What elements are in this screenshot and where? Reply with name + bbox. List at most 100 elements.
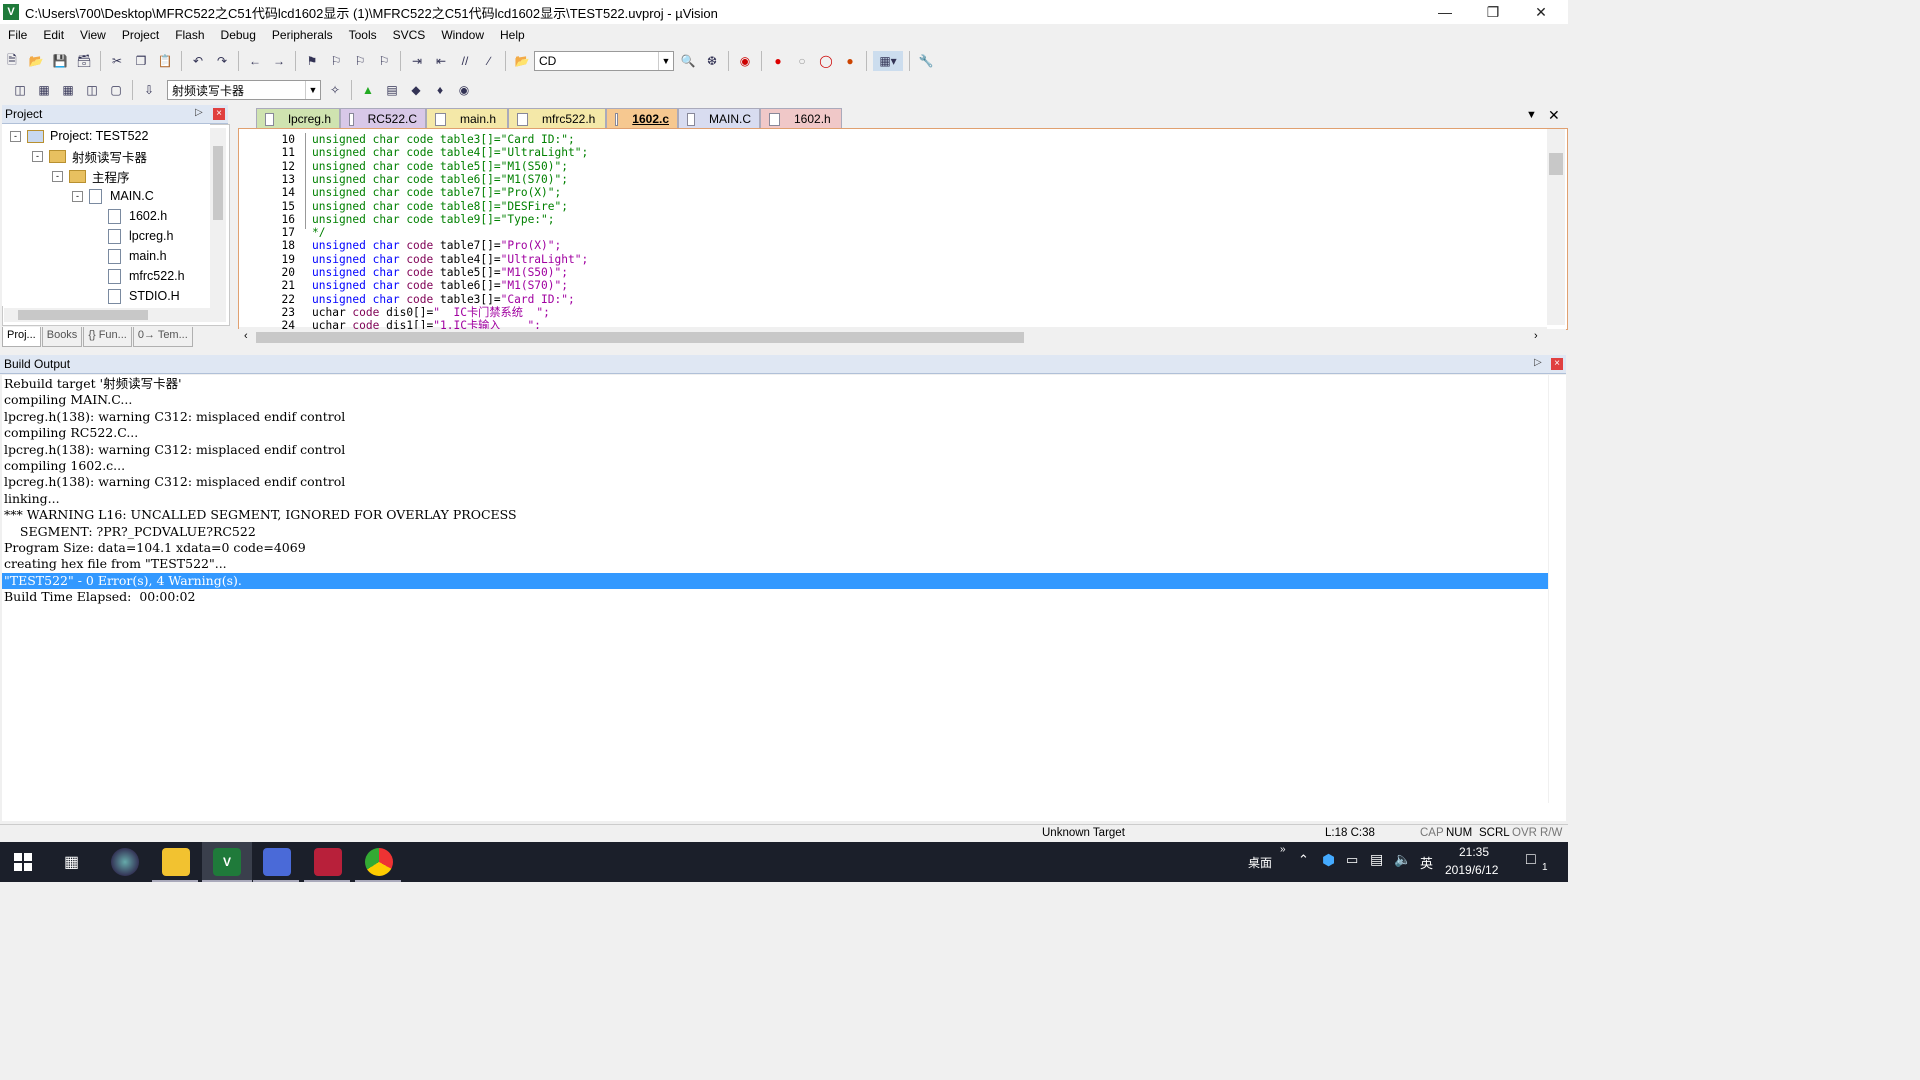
menu-tools[interactable]: Tools	[341, 28, 385, 42]
tray-cube-icon[interactable]: ⬢	[1322, 851, 1335, 869]
copy-icon[interactable]: ❐	[131, 51, 151, 71]
clock-date[interactable]: 2019/6/12	[1445, 863, 1498, 877]
close-icon[interactable]: ×	[1551, 358, 1563, 370]
redo-icon[interactable]: ↷	[212, 51, 232, 71]
close-tab-icon[interactable]: ✕	[1548, 107, 1560, 124]
uncomment-icon[interactable]: ∕	[479, 51, 499, 71]
menu-view[interactable]: View	[72, 28, 114, 42]
editor-tab[interactable]: 1602.c	[606, 108, 678, 129]
comment-icon[interactable]: //	[455, 51, 475, 71]
tree-node[interactable]: - 主程序	[52, 166, 130, 186]
clear-bookmarks-icon[interactable]: ⚐	[374, 51, 394, 71]
debug-start-icon[interactable]: ◉	[735, 51, 755, 71]
desktop-toolbar-label[interactable]: 桌面	[1248, 854, 1272, 871]
minimize-button[interactable]: —	[1422, 0, 1468, 24]
breakpoint-kill-all-icon[interactable]: ●	[840, 51, 860, 71]
breakpoint-disable-all-icon[interactable]: ◯	[816, 51, 836, 71]
chrome-icon[interactable]	[365, 848, 393, 876]
chevron-down-icon[interactable]: ▼	[658, 52, 673, 70]
editor-hscroll[interactable]: ‹ ›	[238, 329, 1566, 345]
build-icon[interactable]: ▦	[34, 80, 54, 100]
save-all-icon[interactable]: 🗃	[74, 51, 94, 71]
undo-icon[interactable]: ↶	[188, 51, 208, 71]
project-panel-tab[interactable]: 0→ Tem...	[132, 327, 193, 347]
tree-node[interactable]: lpcreg.h	[92, 226, 173, 246]
tree-node[interactable]: mfrc522.h	[92, 266, 185, 286]
browser-globe-icon[interactable]	[111, 848, 139, 876]
project-panel-tab[interactable]: Books	[41, 327, 83, 347]
close-button[interactable]: ✕	[1518, 0, 1564, 24]
tab-list-chevron-icon[interactable]: ▼	[1526, 109, 1537, 121]
multi-project-icon[interactable]: ◉	[454, 80, 474, 100]
task-view-icon[interactable]: ▦	[64, 852, 79, 872]
close-icon[interactable]: ×	[213, 108, 225, 120]
prev-bookmark-icon[interactable]: ⚐	[326, 51, 346, 71]
bookmark-icon[interactable]: ⚑	[302, 51, 322, 71]
save-icon[interactable]: 💾	[50, 51, 70, 71]
find-icon[interactable]: 🔍	[678, 51, 698, 71]
stop-build-icon[interactable]: ▢	[106, 80, 126, 100]
rte-icon[interactable]: ◆	[406, 80, 426, 100]
project-vscroll[interactable]	[210, 128, 226, 308]
menu-edit[interactable]: Edit	[35, 28, 72, 42]
breakpoint-insert-icon[interactable]: ●	[768, 51, 788, 71]
scroll-thumb[interactable]	[1549, 153, 1563, 175]
pin-icon[interactable]: ▷	[1534, 357, 1542, 368]
project-hscroll[interactable]	[4, 308, 226, 322]
tree-expander-icon[interactable]: -	[52, 170, 63, 182]
clock-time[interactable]: 21:35	[1459, 845, 1489, 859]
battery-icon[interactable]: ▭	[1346, 852, 1358, 868]
project-panel-tab[interactable]: {} Fun...	[83, 327, 132, 347]
find-combo[interactable]: CD ▼	[534, 51, 674, 71]
toolbar-expand-icon[interactable]: »	[1280, 844, 1286, 855]
notification-icon[interactable]: □	[1526, 851, 1536, 869]
editor-vscroll[interactable]	[1547, 129, 1565, 325]
editor-tab[interactable]: RC522.C	[340, 108, 426, 129]
ime-indicator[interactable]: 英	[1420, 853, 1433, 872]
nav-back-icon[interactable]: ←	[245, 51, 265, 71]
select-packs-icon[interactable]: ▤	[382, 80, 402, 100]
editor-tab[interactable]: 1602.h	[760, 108, 842, 129]
uvision-taskbar-icon[interactable]: V	[213, 848, 241, 876]
editor-tab[interactable]: mfrc522.h	[508, 108, 606, 129]
editor-tab[interactable]: MAIN.C	[678, 108, 760, 129]
target-options-icon[interactable]: ✧	[325, 80, 345, 100]
unindent-icon[interactable]: ⇤	[431, 51, 451, 71]
tree-expander-icon[interactable]: -	[32, 150, 43, 162]
build-output-text[interactable]: Rebuild target '射频读写卡器' compiling MAIN.C.…	[2, 375, 1548, 803]
tree-expander-icon[interactable]: -	[10, 130, 21, 142]
editor-tab[interactable]: main.h	[426, 108, 508, 129]
indent-icon[interactable]: ⇥	[407, 51, 427, 71]
tree-node[interactable]: main.h	[92, 246, 167, 266]
scroll-thumb[interactable]	[213, 146, 223, 220]
output-vscroll[interactable]	[1549, 375, 1566, 803]
incremental-find-icon[interactable]: ❆	[702, 51, 722, 71]
paste-icon[interactable]: 📋	[155, 51, 175, 71]
target-combo[interactable]: 射频读写卡器 ▼	[167, 80, 321, 100]
cut-icon[interactable]: ✂	[107, 51, 127, 71]
menu-flash[interactable]: Flash	[167, 28, 212, 42]
project-panel-tab[interactable]: Proj...	[2, 327, 41, 347]
restore-button[interactable]: ❐	[1470, 0, 1516, 24]
serial-tool-icon[interactable]	[314, 848, 342, 876]
tray-chevron-up-icon[interactable]: ⌃	[1298, 852, 1309, 868]
scroll-thumb[interactable]	[18, 310, 148, 320]
breakpoint-disable-icon[interactable]: ○	[792, 51, 812, 71]
tree-node[interactable]: - 射频读写卡器	[32, 146, 147, 166]
editor-tab[interactable]: lpcreg.h	[256, 108, 340, 129]
tree-node[interactable]: - Project: TEST522	[10, 126, 148, 146]
open-folder-icon[interactable]: 📂	[26, 51, 46, 71]
menu-svcs[interactable]: SVCS	[385, 28, 434, 42]
tree-node[interactable]: STDIO.H	[92, 286, 180, 306]
scroll-left-icon[interactable]: ‹	[244, 330, 248, 342]
menu-file[interactable]: File	[0, 28, 35, 42]
windows-start-icon[interactable]	[14, 853, 32, 871]
chevron-down-icon[interactable]: ▼	[305, 81, 320, 99]
file-explorer-icon[interactable]	[162, 848, 190, 876]
network-icon[interactable]: ▤	[1370, 851, 1383, 868]
rebuild-icon[interactable]: ▦	[58, 80, 78, 100]
menu-help[interactable]: Help	[492, 28, 533, 42]
window-layout-icon[interactable]: ▦▾	[873, 51, 903, 71]
menu-debug[interactable]: Debug	[213, 28, 264, 42]
volume-icon[interactable]: 🔈	[1394, 851, 1411, 868]
